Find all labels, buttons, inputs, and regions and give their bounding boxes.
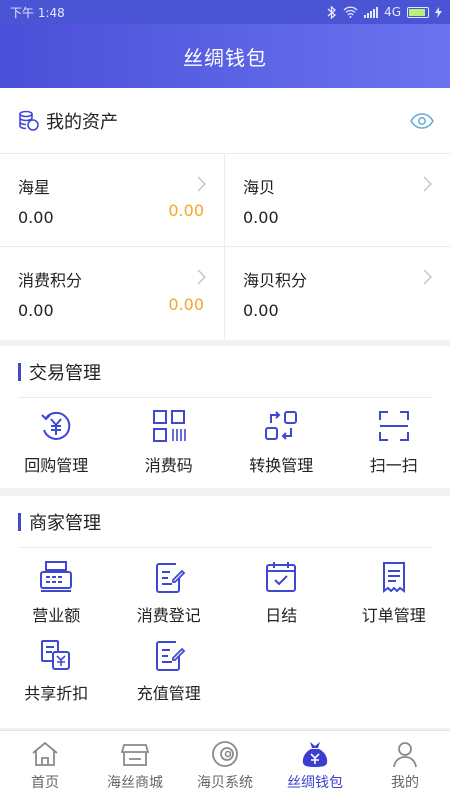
tab-label: 我的 bbox=[391, 775, 419, 791]
merchant-item-label: 充值管理 bbox=[136, 684, 201, 703]
page-title: 丝绸钱包 bbox=[183, 45, 267, 70]
bottom-tab-bar: 首页 海丝商城 海贝系统 丝绸钱包 我的 bbox=[0, 730, 450, 800]
recharge-doc-icon bbox=[155, 641, 186, 671]
asset-label: 消费积分 bbox=[18, 271, 83, 290]
trade-section: 交易管理 回购管理 消费码 转换管理 扫一扫 bbox=[0, 346, 450, 488]
merchant-item-label: 消费登记 bbox=[136, 606, 201, 625]
store-icon bbox=[120, 744, 150, 766]
chevron-right-icon bbox=[197, 176, 206, 192]
trade-item-consume-code[interactable]: 消费码 bbox=[113, 408, 226, 476]
qr-code-icon bbox=[152, 410, 186, 442]
tab-silk-wallet[interactable]: 丝绸钱包 bbox=[270, 731, 360, 800]
network-type: 4G bbox=[384, 5, 401, 19]
asset-secondary-value: 0.00 bbox=[168, 201, 204, 220]
signal-icon bbox=[364, 6, 379, 18]
merchant-section: 商家管理 营业额 消费登记 日结 订单管理 共享折扣 充值管理 bbox=[0, 496, 450, 728]
asset-label: 海贝 bbox=[243, 178, 276, 197]
tab-label: 丝绸钱包 bbox=[287, 775, 343, 791]
asset-label: 海星 bbox=[18, 178, 51, 197]
trade-item-label: 消费码 bbox=[144, 456, 193, 475]
asset-item-haibei-points[interactable]: 海贝积分 0.00 bbox=[225, 247, 450, 340]
merchant-item-daily-settlement[interactable]: 日结 bbox=[225, 560, 338, 626]
chevron-right-icon bbox=[423, 269, 432, 285]
home-icon bbox=[32, 741, 58, 766]
chevron-right-icon bbox=[423, 176, 432, 192]
status-icons: 4G bbox=[327, 5, 442, 19]
shell-icon bbox=[212, 741, 238, 767]
app-header: 丝绸钱包 bbox=[0, 24, 450, 88]
merchant-item-shared-discount[interactable]: 共享折扣 bbox=[0, 638, 113, 704]
tab-shell-system[interactable]: 海贝系统 bbox=[180, 731, 270, 800]
repurchase-icon bbox=[41, 411, 71, 440]
status-time: 下午 1:48 bbox=[10, 5, 65, 20]
merchant-item-consume-register[interactable]: 消费登记 bbox=[113, 560, 226, 626]
assets-title: 我的资产 bbox=[46, 111, 118, 133]
trade-icons-row: 回购管理 消费码 转换管理 扫一扫 bbox=[0, 398, 450, 476]
trade-item-label: 转换管理 bbox=[249, 456, 314, 475]
merchant-item-label: 营业额 bbox=[32, 606, 81, 625]
trade-item-scan[interactable]: 扫一扫 bbox=[338, 408, 450, 476]
status-bar: 下午 1:48 4G bbox=[0, 0, 450, 24]
charging-icon bbox=[435, 6, 442, 18]
trade-item-convert[interactable]: 转换管理 bbox=[225, 408, 338, 476]
merchant-item-label: 共享折扣 bbox=[24, 684, 89, 703]
assets-grid: 海星 0.00 0.00 海贝 0.00 消费积分 0.00 0.00 海贝积分… bbox=[0, 154, 450, 340]
asset-item-consume-points[interactable]: 消费积分 0.00 0.00 bbox=[0, 247, 225, 340]
section-accent-bar bbox=[18, 512, 21, 531]
order-doc-icon bbox=[382, 562, 405, 593]
trade-item-repurchase[interactable]: 回购管理 bbox=[0, 408, 113, 476]
assets-header: 我的资产 bbox=[0, 88, 450, 154]
calendar-check-icon bbox=[266, 562, 297, 592]
asset-secondary-value: 0.00 bbox=[168, 295, 204, 314]
section-title: 商家管理 bbox=[29, 512, 101, 534]
section-accent-bar bbox=[18, 362, 21, 381]
eye-icon[interactable] bbox=[410, 112, 434, 129]
merchant-icons-row-2: 共享折扣 充值管理 bbox=[0, 626, 450, 704]
wallet-bag-icon bbox=[302, 742, 328, 767]
tab-label: 海贝系统 bbox=[197, 775, 253, 791]
merchant-item-label: 日结 bbox=[265, 606, 298, 625]
coins-icon bbox=[19, 110, 39, 131]
asset-item-haibei[interactable]: 海贝 0.00 bbox=[225, 154, 450, 247]
tab-label: 首页 bbox=[31, 775, 59, 791]
trade-section-header: 交易管理 bbox=[18, 346, 432, 398]
cash-register-icon bbox=[40, 561, 73, 592]
merchant-item-recharge[interactable]: 充值管理 bbox=[113, 638, 226, 704]
trade-item-label: 回购管理 bbox=[24, 456, 89, 475]
tab-mine[interactable]: 我的 bbox=[360, 731, 450, 800]
tab-home[interactable]: 首页 bbox=[0, 731, 90, 800]
merchant-section-header: 商家管理 bbox=[18, 496, 432, 548]
merchant-icons-row-1: 营业额 消费登记 日结 订单管理 bbox=[0, 548, 450, 626]
merchant-item-label: 订单管理 bbox=[361, 606, 426, 625]
asset-item-haixing[interactable]: 海星 0.00 0.00 bbox=[0, 154, 225, 247]
merchant-item-turnover[interactable]: 营业额 bbox=[0, 560, 113, 626]
merchant-item-order[interactable]: 订单管理 bbox=[338, 560, 450, 626]
section-title: 交易管理 bbox=[29, 362, 101, 384]
asset-value: 0.00 bbox=[243, 301, 279, 320]
user-icon bbox=[393, 742, 417, 768]
wifi-icon bbox=[343, 6, 358, 18]
chevron-right-icon bbox=[197, 269, 206, 285]
scan-icon bbox=[378, 411, 409, 441]
assets-card: 我的资产 海星 0.00 0.00 海贝 0.00 消费积分 0.00 0.00… bbox=[0, 88, 450, 340]
discount-icon bbox=[41, 640, 71, 670]
battery-icon bbox=[407, 6, 429, 18]
bluetooth-icon bbox=[327, 5, 337, 19]
edit-doc-icon bbox=[155, 563, 186, 593]
asset-value: 0.00 bbox=[243, 208, 279, 227]
trade-item-label: 扫一扫 bbox=[369, 456, 418, 475]
convert-icon bbox=[265, 411, 298, 440]
asset-label: 海贝积分 bbox=[243, 271, 308, 290]
tab-mall[interactable]: 海丝商城 bbox=[90, 731, 180, 800]
tab-label: 海丝商城 bbox=[107, 775, 163, 791]
